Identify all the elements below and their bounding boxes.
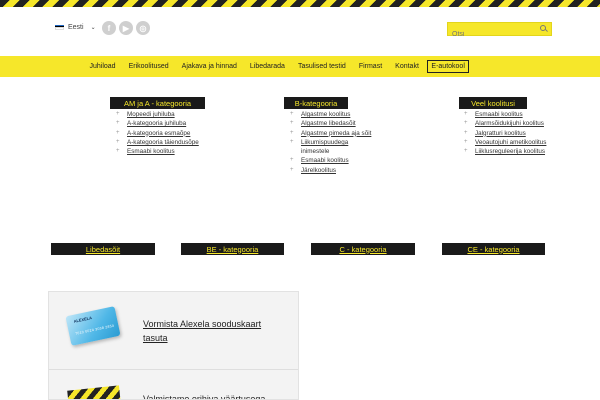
- column-title-am-a[interactable]: AM ja A - kategooria: [110, 97, 205, 109]
- list-item[interactable]: Algastme libedasõit: [290, 119, 371, 129]
- social-links: f ▶ ◎: [102, 21, 150, 35]
- main-navigation: Juhiload Erikoolitused Ajakava ja hinnad…: [0, 56, 600, 77]
- column-links-b: Algastme koolitus Algastme libedasõit Al…: [290, 110, 371, 175]
- list-item[interactable]: Mopeedi juhiluba: [116, 110, 199, 120]
- column-links-veel-koolitusi: Esmaabi koolitus Alarmsõidukijuhi koolit…: [464, 110, 546, 157]
- promo-link-second[interactable]: Valmistame erihiva väärtusega: [143, 392, 293, 399]
- chevron-down-icon: ⌄: [90, 25, 96, 31]
- list-item-continued[interactable]: inimestele: [290, 147, 371, 156]
- nav-item-erikoolitused[interactable]: Erikoolitused: [122, 63, 175, 70]
- list-item[interactable]: Algastme koolitus: [290, 110, 371, 120]
- list-item[interactable]: Alarmsõidukijuhi koolitus: [464, 119, 546, 129]
- list-item[interactable]: Esmaabi koolitus: [290, 156, 371, 166]
- nav-item-e-autokool[interactable]: E-autokool: [427, 60, 469, 73]
- category-button-c[interactable]: C - kategooria: [311, 243, 415, 255]
- nav-item-ajakava-ja-hinnad[interactable]: Ajakava ja hinnad: [175, 63, 243, 70]
- list-item[interactable]: Jalgratturi koolitus: [464, 129, 546, 139]
- nav-item-firmast[interactable]: Firmast: [352, 63, 388, 70]
- youtube-icon[interactable]: ▶: [119, 21, 133, 35]
- list-item[interactable]: A-kategooria juhiluba: [116, 119, 199, 129]
- list-item[interactable]: Esmaabi koolitus: [116, 147, 199, 157]
- category-button-be[interactable]: BE - kategooria: [181, 243, 284, 255]
- estonian-flag-icon: [55, 24, 64, 31]
- nav-item-kontakt[interactable]: Kontakt: [389, 63, 426, 70]
- search-box: [447, 22, 552, 41]
- list-item[interactable]: Liiklusreguleerija koolitus: [464, 147, 546, 157]
- nav-item-tasulised-testid[interactable]: Tasulised testid: [291, 63, 352, 70]
- category-button-ce[interactable]: CE - kategooria: [442, 243, 545, 255]
- list-item[interactable]: A-kategooria esmaõpe: [116, 129, 199, 139]
- list-item[interactable]: Järelkoolitus: [290, 166, 371, 176]
- list-item[interactable]: Esmaabi koolitus: [464, 110, 546, 120]
- nav-item-libedarada[interactable]: Libedarada: [243, 63, 291, 70]
- list-item[interactable]: Veoautojuhi ametikoolitus: [464, 138, 546, 148]
- column-title-b[interactable]: B-kategooria: [284, 97, 348, 109]
- column-links-am-a: Mopeedi juhiluba A-kategooria juhiluba A…: [116, 110, 199, 157]
- list-item[interactable]: A-kategooria täiendusõpe: [116, 138, 199, 148]
- promo-link-alexela[interactable]: Vormista Alexela sooduskaart tasuta: [143, 317, 283, 345]
- instagram-icon[interactable]: ◎: [136, 21, 150, 35]
- promo-panel: ALEXELA 7010 0024 3038 2854 Vormista Ale…: [48, 291, 299, 400]
- alexela-card-image[interactable]: ALEXELA 7010 0024 3038 2854: [65, 306, 121, 346]
- divider: [49, 369, 298, 370]
- list-item[interactable]: Liikumispuudega: [290, 138, 371, 148]
- promo-stripe-image[interactable]: [67, 385, 121, 399]
- hazard-stripe-banner: [0, 0, 600, 7]
- search-input[interactable]: [448, 28, 536, 41]
- column-title-veel-koolitusi[interactable]: Veel koolitusi: [459, 97, 527, 109]
- facebook-icon[interactable]: f: [102, 21, 116, 35]
- category-button-libedasoit[interactable]: Libedasõit: [51, 243, 155, 255]
- list-item[interactable]: Algastme pimeda aja sõit: [290, 129, 371, 139]
- language-label: Eesti: [68, 24, 84, 31]
- search-icon[interactable]: [540, 25, 546, 31]
- language-selector[interactable]: Eesti ⌄: [55, 24, 96, 31]
- nav-item-juhiload[interactable]: Juhiload: [83, 63, 122, 70]
